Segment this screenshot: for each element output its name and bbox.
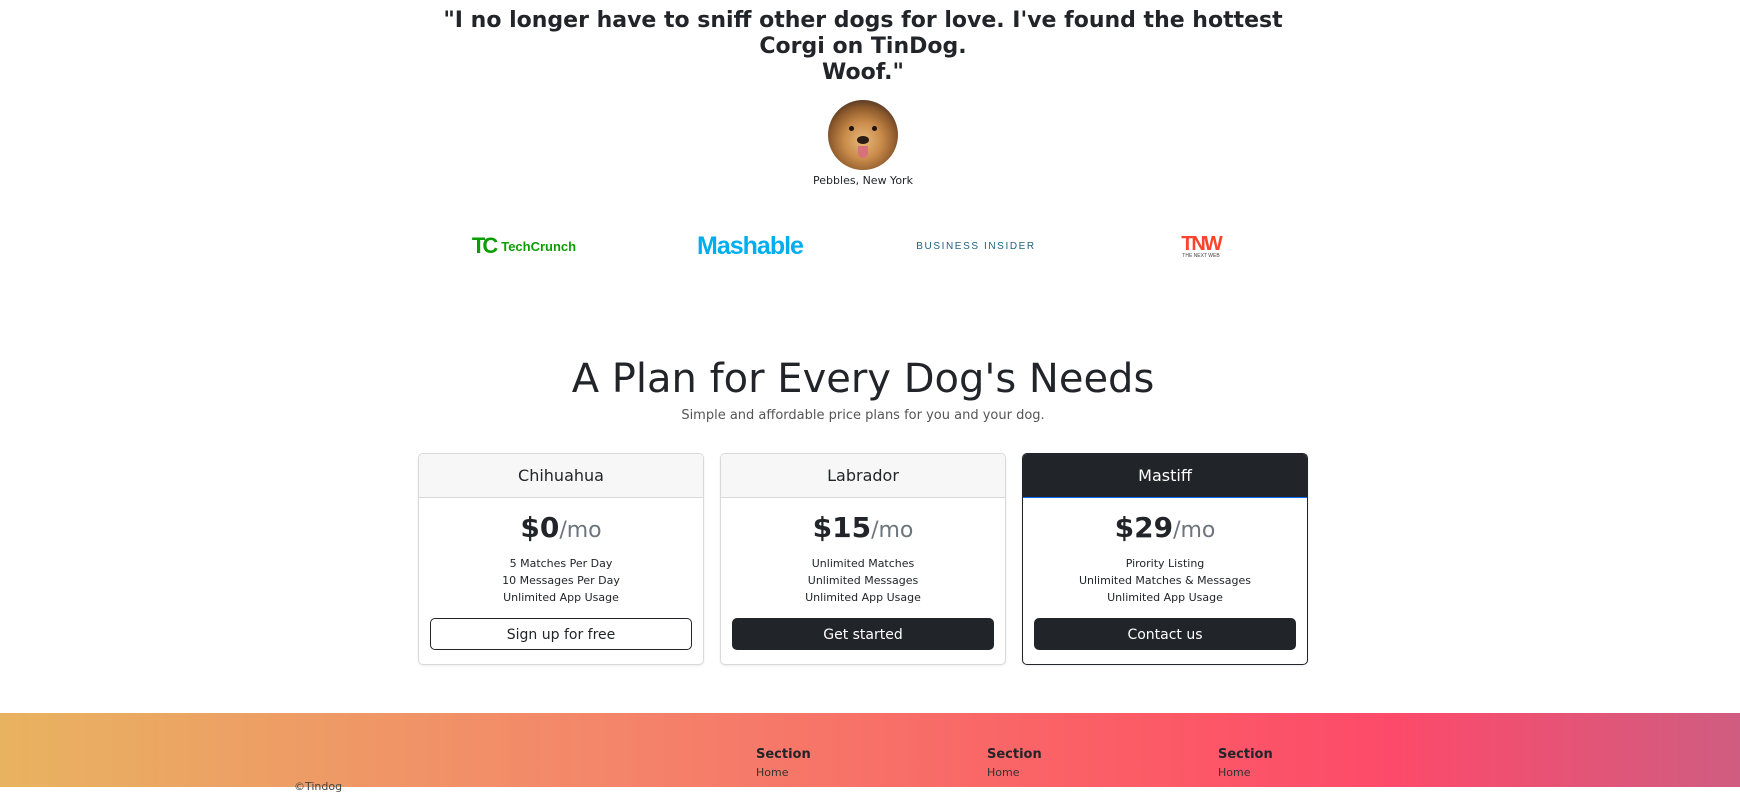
avatar [828, 100, 898, 170]
plan-price: $29/mo [1023, 510, 1307, 549]
plan-price-period: /mo [559, 518, 602, 543]
techcrunch-word: TechCrunch [501, 238, 577, 254]
plan-price-amount: $0 [520, 511, 560, 544]
avatar-nose [857, 136, 869, 144]
plan-feature: 10 Messages Per Day [502, 574, 620, 587]
techcrunch-mark: TC [471, 233, 498, 258]
plan-price-period: /mo [1173, 518, 1216, 543]
avatar-eye-left [849, 126, 854, 131]
footer-section-heading: Section [756, 747, 811, 762]
footer-section-heading: Section [1218, 747, 1273, 762]
plan-price-amount: $15 [812, 511, 872, 544]
plan-price-amount: $29 [1114, 511, 1174, 544]
tnw-mark: TNW [1181, 232, 1223, 255]
footer-link-home[interactable]: Home [1218, 766, 1273, 779]
footer-link-home[interactable]: Home [987, 766, 1042, 779]
mashable-logo: Mashable [697, 231, 804, 260]
sign-up-free-button[interactable]: Sign up for free [430, 618, 692, 650]
pricing-subtitle: Simple and affordable price plans for yo… [681, 408, 1045, 423]
footer-column: Section Home [756, 747, 811, 779]
contact-us-button[interactable]: Contact us [1034, 618, 1296, 650]
plan-name: Mastiff [1023, 454, 1307, 498]
avatar-tongue [858, 146, 868, 158]
avatar-eye-right [872, 126, 877, 131]
plan-feature: Unlimited Matches & Messages [1078, 574, 1252, 587]
plan-feature: Unlimited Matches [811, 557, 915, 570]
plan-feature: Pirority Listing [1125, 557, 1205, 570]
plan-price-period: /mo [871, 518, 914, 543]
plan-card-chihuahua: Chihuahua $0/mo 5 Matches Per Day 10 Mes… [418, 453, 704, 665]
plan-feature: Unlimited Messages [807, 574, 919, 587]
footer-column: Section Home [987, 747, 1042, 779]
footer-column: Section Home [1218, 747, 1273, 779]
tnw-sub: THE NEXT WEB [1182, 252, 1220, 259]
footer-section-heading: Section [987, 747, 1042, 762]
techcrunch-logo: TC TechCrunch [462, 228, 586, 264]
get-started-button[interactable]: Get started [732, 618, 994, 650]
plan-features: Pirority Listing Unlimited Matches & Mes… [1023, 555, 1307, 606]
tnw-logo: TNW THE NEXT WEB [1168, 228, 1234, 264]
plan-price: $15/mo [721, 510, 1005, 549]
pricing-title: A Plan for Every Dog's Needs [571, 356, 1155, 402]
plan-feature: 5 Matches Per Day [509, 557, 613, 570]
plan-features: 5 Matches Per Day 10 Messages Per Day Un… [419, 555, 703, 606]
plan-name: Labrador [721, 454, 1005, 498]
plan-feature: Unlimited App Usage [805, 591, 921, 604]
plan-name: Chihuahua [419, 454, 703, 498]
footer-link-home[interactable]: Home [756, 766, 811, 779]
quote-line-2: Woof." [822, 60, 904, 85]
plan-card-labrador: Labrador $15/mo Unlimited Matches Unlimi… [720, 453, 1006, 665]
footer: ©Tindog Section Home Section Home Sectio… [0, 713, 1740, 793]
quote-line-1: "I no longer have to sniff other dogs fo… [443, 8, 1283, 59]
plan-card-mastiff: Mastiff $29/mo Pirority Listing Unlimite… [1022, 453, 1308, 665]
testimonial-author: Pebbles, New York [813, 174, 913, 187]
plan-feature: Unlimited App Usage [1107, 591, 1223, 604]
plan-features: Unlimited Matches Unlimited Messages Unl… [721, 555, 1005, 606]
testimonial-quote: "I no longer have to sniff other dogs fo… [420, 8, 1306, 86]
business-insider-logo: BUSINESS INSIDER [916, 240, 1036, 252]
plan-feature: Unlimited App Usage [503, 591, 619, 604]
plan-price: $0/mo [419, 510, 703, 549]
